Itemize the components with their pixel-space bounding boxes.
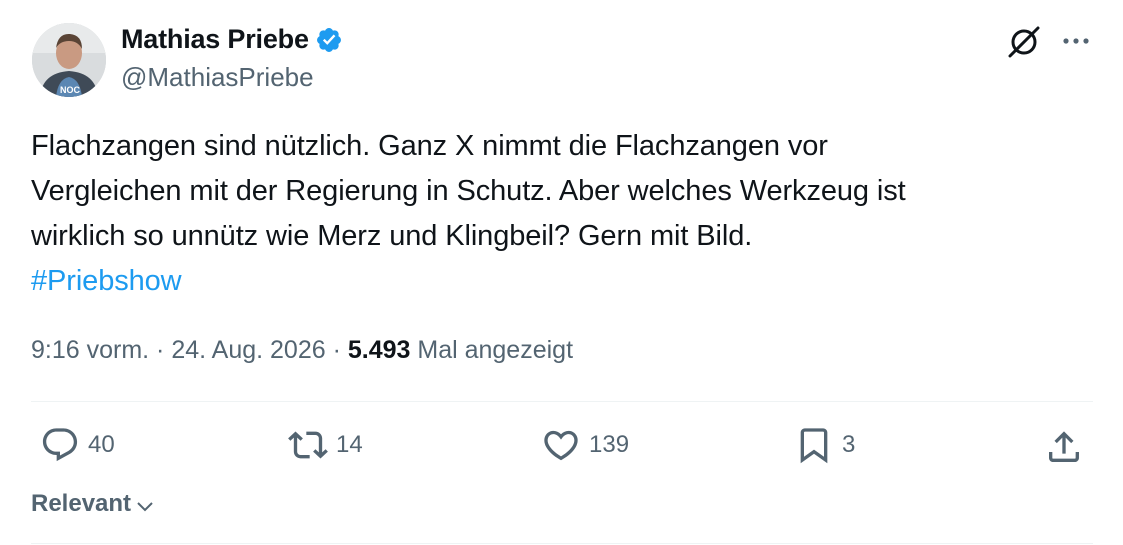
meta-separator: · bbox=[149, 336, 172, 364]
bookmark-button[interactable]: 3 bbox=[794, 425, 855, 465]
svg-text:NOC: NOC bbox=[60, 85, 81, 95]
like-icon bbox=[544, 430, 578, 461]
tweet-time[interactable]: 9:16 vorm. bbox=[31, 336, 149, 364]
bookmark-icon bbox=[800, 428, 828, 464]
avatar-photo: NOC bbox=[32, 23, 106, 97]
author-name-row[interactable]: Mathias Priebe bbox=[121, 24, 343, 55]
sort-dropdown[interactable]: Relevant bbox=[31, 490, 157, 518]
reply-icon bbox=[42, 428, 78, 462]
bookmark-count: 3 bbox=[842, 431, 856, 458]
tweet-line: wirklich so unnütz wie Merz und Klingbei… bbox=[31, 220, 753, 252]
sort-label: Relevant bbox=[31, 490, 132, 517]
tweet-line: Flachzangen sind nützlich. Ganz X nimmt … bbox=[31, 130, 828, 162]
reply-count: 40 bbox=[88, 431, 115, 458]
author-name[interactable]: Mathias Priebe bbox=[121, 24, 309, 55]
retweet-button[interactable]: 14 bbox=[288, 425, 363, 465]
hashtag-link[interactable]: #Priebshow bbox=[31, 265, 182, 297]
tweet-meta: 9:16 vorm. · 24. Aug. 2026 · 5.493 Mal a… bbox=[31, 336, 573, 365]
divider bbox=[31, 543, 1093, 544]
author-handle[interactable]: @MathiasPriebe bbox=[121, 62, 314, 93]
retweet-count: 14 bbox=[336, 431, 363, 458]
view-count: 5.493 bbox=[347, 336, 411, 364]
view-label: Mal angezeigt bbox=[410, 336, 574, 364]
retweet-icon bbox=[288, 431, 328, 459]
divider bbox=[31, 401, 1093, 402]
tweet-text: Flachzangen sind nützlich. Ganz X nimmt … bbox=[31, 124, 1091, 304]
share-icon[interactable] bbox=[1044, 427, 1084, 467]
tweet-line: Vergleichen mit der Regierung in Schutz.… bbox=[31, 175, 906, 207]
like-count: 139 bbox=[589, 431, 630, 458]
verified-badge-icon[interactable] bbox=[315, 26, 343, 54]
chevron-down-icon bbox=[137, 502, 153, 512]
reply-button[interactable]: 40 bbox=[40, 425, 115, 465]
meta-separator: · bbox=[325, 336, 348, 364]
tweet-date[interactable]: 24. Aug. 2026 bbox=[171, 336, 325, 364]
like-button[interactable]: 139 bbox=[541, 425, 629, 465]
more-icon[interactable] bbox=[1058, 26, 1094, 56]
avatar[interactable]: NOC bbox=[32, 23, 106, 97]
grok-icon[interactable] bbox=[1006, 24, 1042, 60]
